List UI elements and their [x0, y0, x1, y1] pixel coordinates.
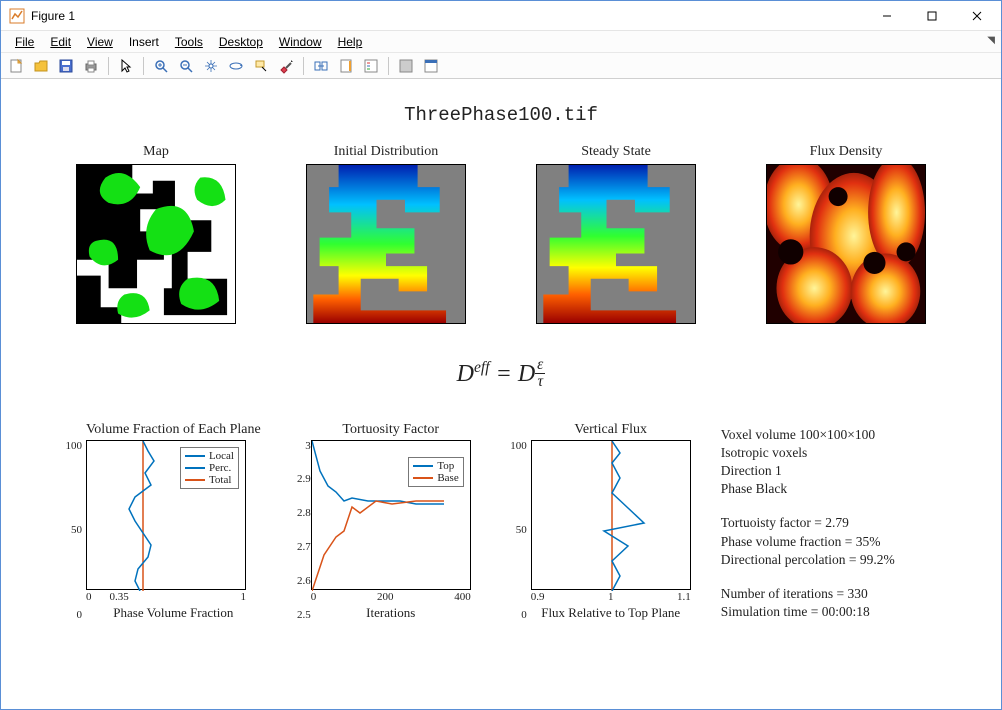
- toolbar: [1, 53, 1001, 79]
- matlab-figure-icon: [9, 8, 25, 24]
- hide-tools-button[interactable]: [395, 55, 417, 77]
- menubar: File Edit View Insert Tools Desktop Wind…: [1, 31, 1001, 53]
- panel-title-steady: Steady State: [581, 144, 651, 160]
- datacursor-button[interactable]: [250, 55, 272, 77]
- panel-title-flux: Flux Density: [810, 144, 883, 160]
- steady-state-image[interactable]: [536, 164, 696, 324]
- show-tools-button[interactable]: [420, 55, 442, 77]
- save-button[interactable]: [55, 55, 77, 77]
- menu-insert[interactable]: Insert: [121, 33, 167, 51]
- window-title: Figure 1: [31, 9, 75, 23]
- image-row: Map Initial Distribution: [41, 144, 961, 324]
- figure-window: Figure 1 File Edit View Insert Tools Des…: [0, 0, 1002, 710]
- chart-row: Volume Fraction of Each Plane Distance f…: [41, 422, 961, 622]
- menu-edit[interactable]: Edit: [42, 33, 79, 51]
- panel-title-map: Map: [143, 144, 169, 160]
- menu-view[interactable]: View: [79, 33, 121, 51]
- open-button[interactable]: [30, 55, 52, 77]
- new-figure-button[interactable]: [5, 55, 27, 77]
- link-button[interactable]: [310, 55, 332, 77]
- pan-button[interactable]: [200, 55, 222, 77]
- figure-canvas: ThreePhase100.tif Map Initial Distributi…: [1, 79, 1001, 709]
- menu-file[interactable]: File: [7, 33, 42, 51]
- chart-volume-fraction[interactable]: Volume Fraction of Each Plane Distance f…: [86, 422, 261, 622]
- flux-density-image[interactable]: [766, 164, 926, 324]
- maximize-button[interactable]: [909, 1, 954, 30]
- menu-help[interactable]: Help: [330, 33, 371, 51]
- initial-distribution-image[interactable]: [306, 164, 466, 324]
- menu-window[interactable]: Window: [271, 33, 330, 51]
- menu-tools[interactable]: Tools: [167, 33, 211, 51]
- close-button[interactable]: [954, 1, 999, 30]
- chart-tortuosity[interactable]: Tortuosity Factor 32.92.82.72.62.5 Top B…: [311, 422, 471, 622]
- dock-icon[interactable]: ◥: [987, 35, 995, 46]
- menu-desktop[interactable]: Desktop: [211, 33, 271, 51]
- titlebar: Figure 1: [1, 1, 1001, 31]
- equation: Deff = Dετ: [41, 359, 961, 392]
- results-text: Voxel volume 100×100×100 Isotropic voxel…: [721, 422, 895, 622]
- zoom-in-button[interactable]: [150, 55, 172, 77]
- minimize-button[interactable]: [864, 1, 909, 30]
- brush-button[interactable]: [275, 55, 297, 77]
- rotate3d-button[interactable]: [225, 55, 247, 77]
- zoom-out-button[interactable]: [175, 55, 197, 77]
- map-image[interactable]: [76, 164, 236, 324]
- pointer-button[interactable]: [115, 55, 137, 77]
- legend-button[interactable]: [360, 55, 382, 77]
- panel-title-initial: Initial Distribution: [334, 144, 439, 160]
- colorbar-button[interactable]: [335, 55, 357, 77]
- chart-vertical-flux[interactable]: Vertical Flux Distance from Base 100500 …: [531, 422, 691, 622]
- print-button[interactable]: [80, 55, 102, 77]
- figure-main-title: ThreePhase100.tif: [41, 104, 961, 126]
